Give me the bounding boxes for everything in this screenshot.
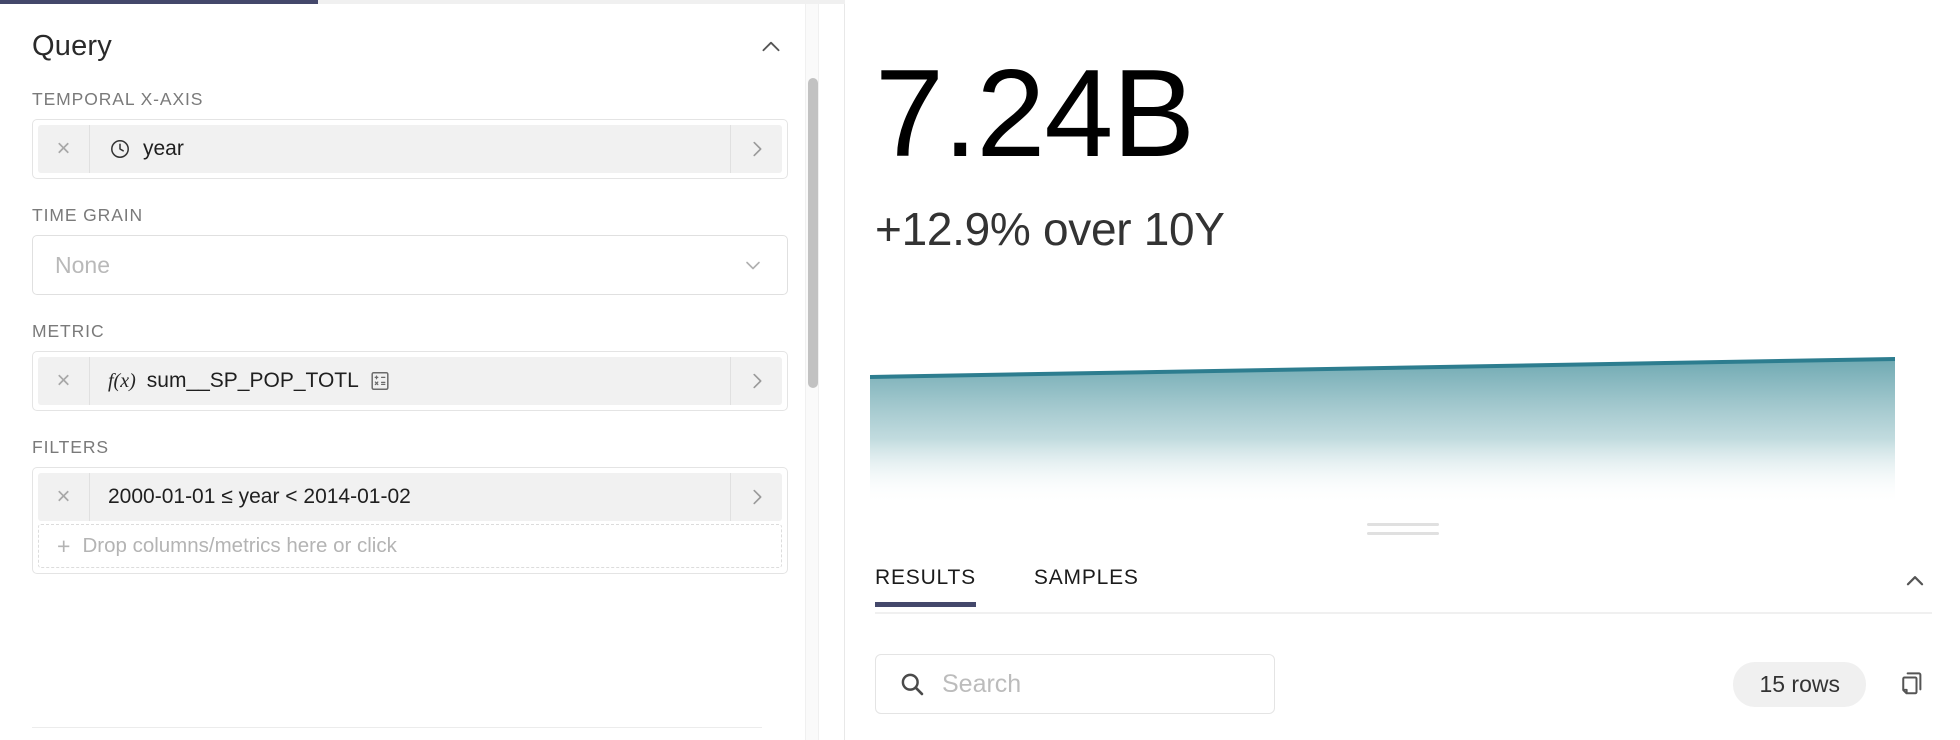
chevron-up-icon: [762, 41, 780, 51]
resize-grip-line: [1366, 523, 1439, 526]
temporal-x-axis-pill-body[interactable]: year: [90, 137, 730, 161]
chevron-right-icon: [752, 489, 761, 505]
filters-dropzone-label: Drop columns/metrics here or click: [82, 534, 397, 557]
row-count-badge: 15 rows: [1733, 661, 1866, 707]
filter-pill[interactable]: × 2000-01-01 ≤ year < 2014-01-02: [38, 473, 782, 521]
control-label-time-grain: TIME GRAIN: [32, 205, 144, 225]
clock-icon: [108, 137, 132, 161]
metric-field[interactable]: × f(x) sum__SP_POP_TOTL: [32, 351, 788, 411]
chart-panel: 7.24B +12.9% over 10Y RESULTS SAMPLES Se…: [845, 0, 1960, 740]
control-panel-scrollbar-thumb[interactable]: [808, 78, 818, 388]
control-label-filters: FILTERS: [32, 437, 109, 457]
search-input[interactable]: Search: [875, 654, 1275, 714]
metric-pill-body[interactable]: f(x) sum__SP_POP_TOTL: [90, 369, 730, 393]
chevron-down-icon: [746, 261, 760, 270]
explore-view: Query TEMPORAL X-AXIS × year TIME GRAIN …: [0, 0, 1960, 740]
remove-temporal-x-axis-button[interactable]: ×: [38, 125, 90, 173]
filter-pill-body[interactable]: 2000-01-01 ≤ year < 2014-01-02: [90, 485, 730, 509]
search-icon: [901, 673, 924, 696]
control-panel: Query TEMPORAL X-AXIS × year TIME GRAIN …: [0, 0, 845, 740]
big-number-value: 7.24B: [875, 45, 1195, 183]
plus-icon: +: [57, 532, 71, 559]
calculator-icon: [370, 371, 390, 391]
filters-field[interactable]: × 2000-01-01 ≤ year < 2014-01-02 + Drop …: [32, 467, 788, 574]
filters-dropzone[interactable]: + Drop columns/metrics here or click: [38, 524, 782, 568]
control-panel-scrollbar[interactable]: [805, 4, 819, 740]
control-temporal-x-axis: TEMPORAL X-AXIS × year: [0, 89, 820, 179]
tab-samples[interactable]: SAMPLES: [1034, 560, 1139, 607]
temporal-x-axis-field[interactable]: × year: [32, 119, 788, 179]
query-collapse-button[interactable]: [756, 32, 786, 62]
panel-resize-handle[interactable]: [845, 523, 1960, 535]
trendline-chart: [870, 355, 1895, 505]
time-grain-value: None: [55, 251, 110, 278]
big-number-block: 7.24B +12.9% over 10Y: [845, 0, 1960, 256]
remove-metric-button[interactable]: ×: [38, 357, 90, 405]
copy-button[interactable]: [1892, 664, 1932, 704]
filter-value: 2000-01-01 ≤ year < 2014-01-02: [108, 485, 411, 508]
control-filters: FILTERS × 2000-01-01 ≤ year < 2014-01-02: [0, 437, 820, 574]
control-label-temporal-x-axis: TEMPORAL X-AXIS: [32, 89, 204, 109]
results-toolbar: Search 15 rows: [875, 652, 1932, 716]
control-panel-divider: [32, 727, 762, 728]
query-section-header[interactable]: Query: [0, 4, 820, 63]
remove-filter-button[interactable]: ×: [38, 473, 90, 521]
resize-grip-line: [1366, 532, 1439, 535]
trendline-svg: [870, 357, 1895, 505]
metric-value: sum__SP_POP_TOTL: [146, 369, 359, 392]
chevron-right-icon: [752, 373, 761, 389]
filter-expand-button[interactable]: [730, 473, 782, 521]
query-section-title: Query: [32, 30, 112, 62]
big-number-subheader: +12.9% over 10Y: [875, 203, 1225, 255]
temporal-x-axis-expand-button[interactable]: [730, 125, 782, 173]
chevron-right-icon: [752, 141, 761, 157]
data-panel-tabs: RESULTS SAMPLES: [845, 560, 1960, 616]
temporal-x-axis-value: year: [143, 137, 184, 160]
chevron-up-icon: [1906, 576, 1924, 586]
data-panel-collapse-button[interactable]: [1898, 564, 1932, 598]
metric-expand-button[interactable]: [730, 357, 782, 405]
control-label-metric: METRIC: [32, 321, 105, 341]
control-metric: METRIC × f(x) sum__SP_POP_TOTL: [0, 321, 820, 411]
metric-pill[interactable]: × f(x) sum__SP_POP_TOTL: [38, 357, 782, 405]
metric-function-prefix: f(x): [108, 369, 136, 392]
temporal-x-axis-pill[interactable]: × year: [38, 125, 782, 173]
copy-icon: [1902, 672, 1922, 695]
search-placeholder: Search: [942, 669, 1022, 698]
control-time-grain: TIME GRAIN None: [0, 205, 820, 295]
control-panel-scroll-area: Query TEMPORAL X-AXIS × year TIME GRAIN …: [0, 4, 820, 740]
tab-results[interactable]: RESULTS: [875, 560, 976, 607]
time-grain-select[interactable]: None: [32, 235, 788, 295]
